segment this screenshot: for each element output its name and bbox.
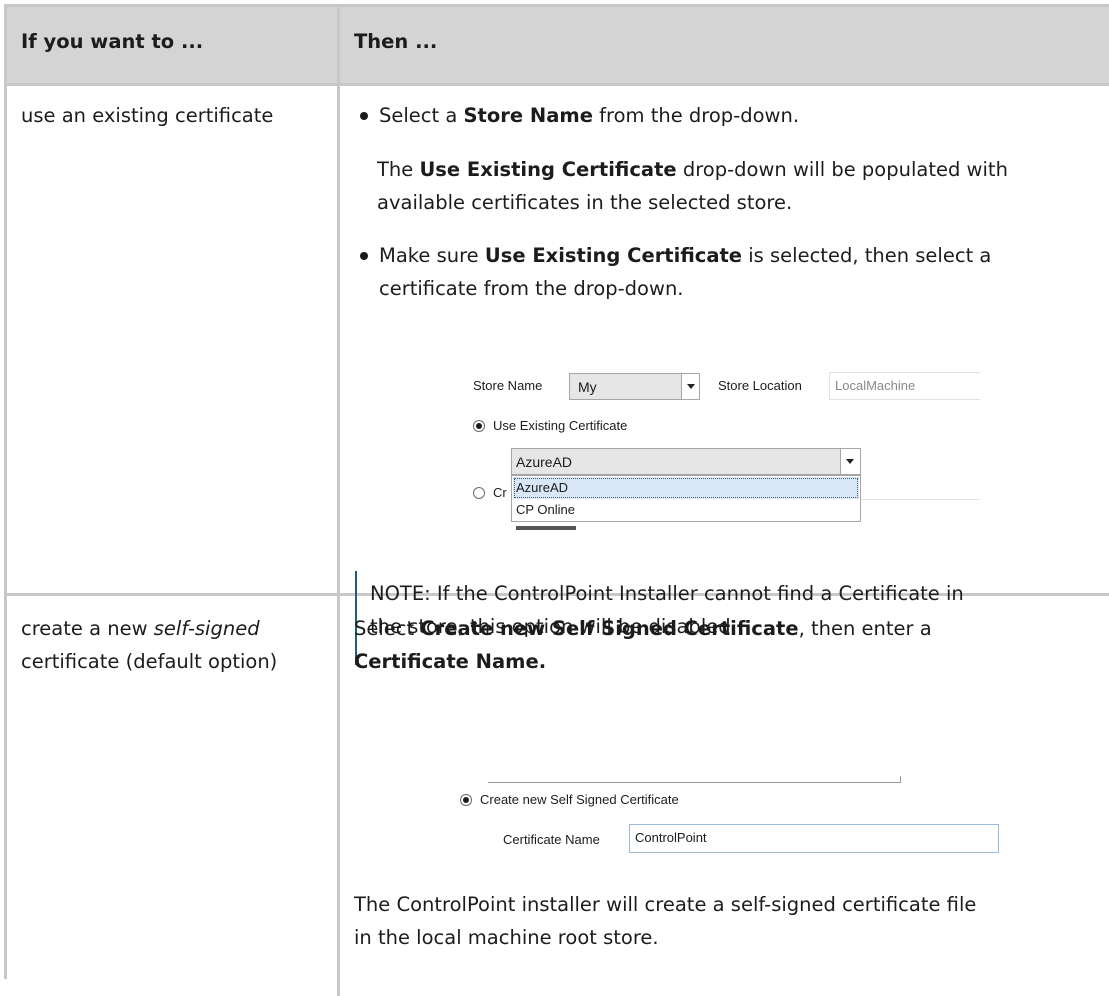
chevron-down-icon[interactable] — [681, 374, 699, 399]
existing-cert-screenshot: Store Name My Store Location LocalMachin… — [460, 349, 980, 569]
create-new-radio[interactable] — [460, 794, 472, 806]
condition-cell: use an existing certificate — [7, 86, 340, 593]
populate-paragraph-line1: The Use Existing Certificate drop-down w… — [377, 158, 1008, 181]
certificate-dropdown[interactable]: AzureAD — [511, 448, 861, 475]
cropped-label-remnant — [510, 521, 600, 531]
cropped-heading-remnant — [465, 349, 980, 352]
certificate-name-field[interactable]: ControlPoint — [629, 824, 999, 853]
option-cp-online[interactable]: CP Online — [513, 499, 859, 521]
action-cell: Select Create new Self Signed Certificat… — [340, 596, 1109, 996]
header-condition-text: If you want to ... — [21, 30, 204, 53]
populate-paragraph-line2: available certificates in the selected s… — [377, 191, 793, 214]
table-row: create a new self-signed certificate (de… — [7, 596, 1109, 996]
bullet-marker — [360, 252, 368, 260]
condition-cell: create a new self-signed certificate (de… — [7, 596, 340, 996]
cropped-field-remnant — [488, 776, 901, 783]
condition-text-line2: certificate (default option) — [21, 650, 278, 673]
header-action-text: Then ... — [354, 30, 438, 53]
condition-text: use an existing certificate — [21, 104, 274, 127]
bullet-marker — [360, 112, 368, 120]
create-new-label: Create new Self Signed Certificate — [480, 792, 679, 807]
options-table: If you want to ... Then ... use an exist… — [4, 4, 1109, 996]
header-cell-action: Then ... — [340, 7, 1109, 83]
option-azuread[interactable]: AzureAD — [513, 477, 859, 499]
action-cell: Select a Store Name from the drop-down. … — [340, 86, 1109, 665]
chevron-down-icon[interactable] — [840, 449, 860, 474]
result-line2: in the local machine root store. — [354, 926, 659, 949]
self-signed-screenshot: Create new Self Signed Certificate Certi… — [444, 776, 1014, 864]
result-line1: The ControlPoint installer will create a… — [354, 893, 977, 916]
header-cell-condition: If you want to ... — [7, 7, 340, 83]
condition-text-line1: create a new self-signed — [21, 617, 260, 640]
use-existing-label: Use Existing Certificate — [493, 418, 628, 433]
use-existing-radio[interactable] — [473, 420, 485, 432]
bullet-store-name: Select a Store Name from the drop-down. — [379, 104, 800, 127]
create-new-label-partial: Cr — [493, 485, 507, 500]
store-location-label: Store Location — [718, 378, 802, 393]
store-name-dropdown[interactable]: My — [569, 373, 700, 400]
table-row: use an existing certificate Select a Sto… — [7, 86, 1109, 665]
bullet-select-cert-line2: certificate from the drop-down. — [379, 277, 684, 300]
certificate-options-list[interactable]: AzureAD CP Online — [511, 475, 861, 522]
store-name-label: Store Name — [473, 378, 543, 393]
create-new-radio[interactable] — [473, 487, 485, 499]
instruction-line2: Certificate Name. — [354, 650, 547, 673]
instruction-line1: Select Create new Self Signed Certificat… — [354, 617, 932, 640]
hidden-field-edge — [860, 499, 980, 500]
certificate-name-label: Certificate Name — [503, 832, 600, 847]
table-header-row: If you want to ... Then ... — [7, 7, 1109, 86]
bullet-select-cert-line1: Make sure Use Existing Certificate is se… — [379, 244, 992, 267]
store-location-field[interactable]: LocalMachine — [829, 372, 980, 400]
